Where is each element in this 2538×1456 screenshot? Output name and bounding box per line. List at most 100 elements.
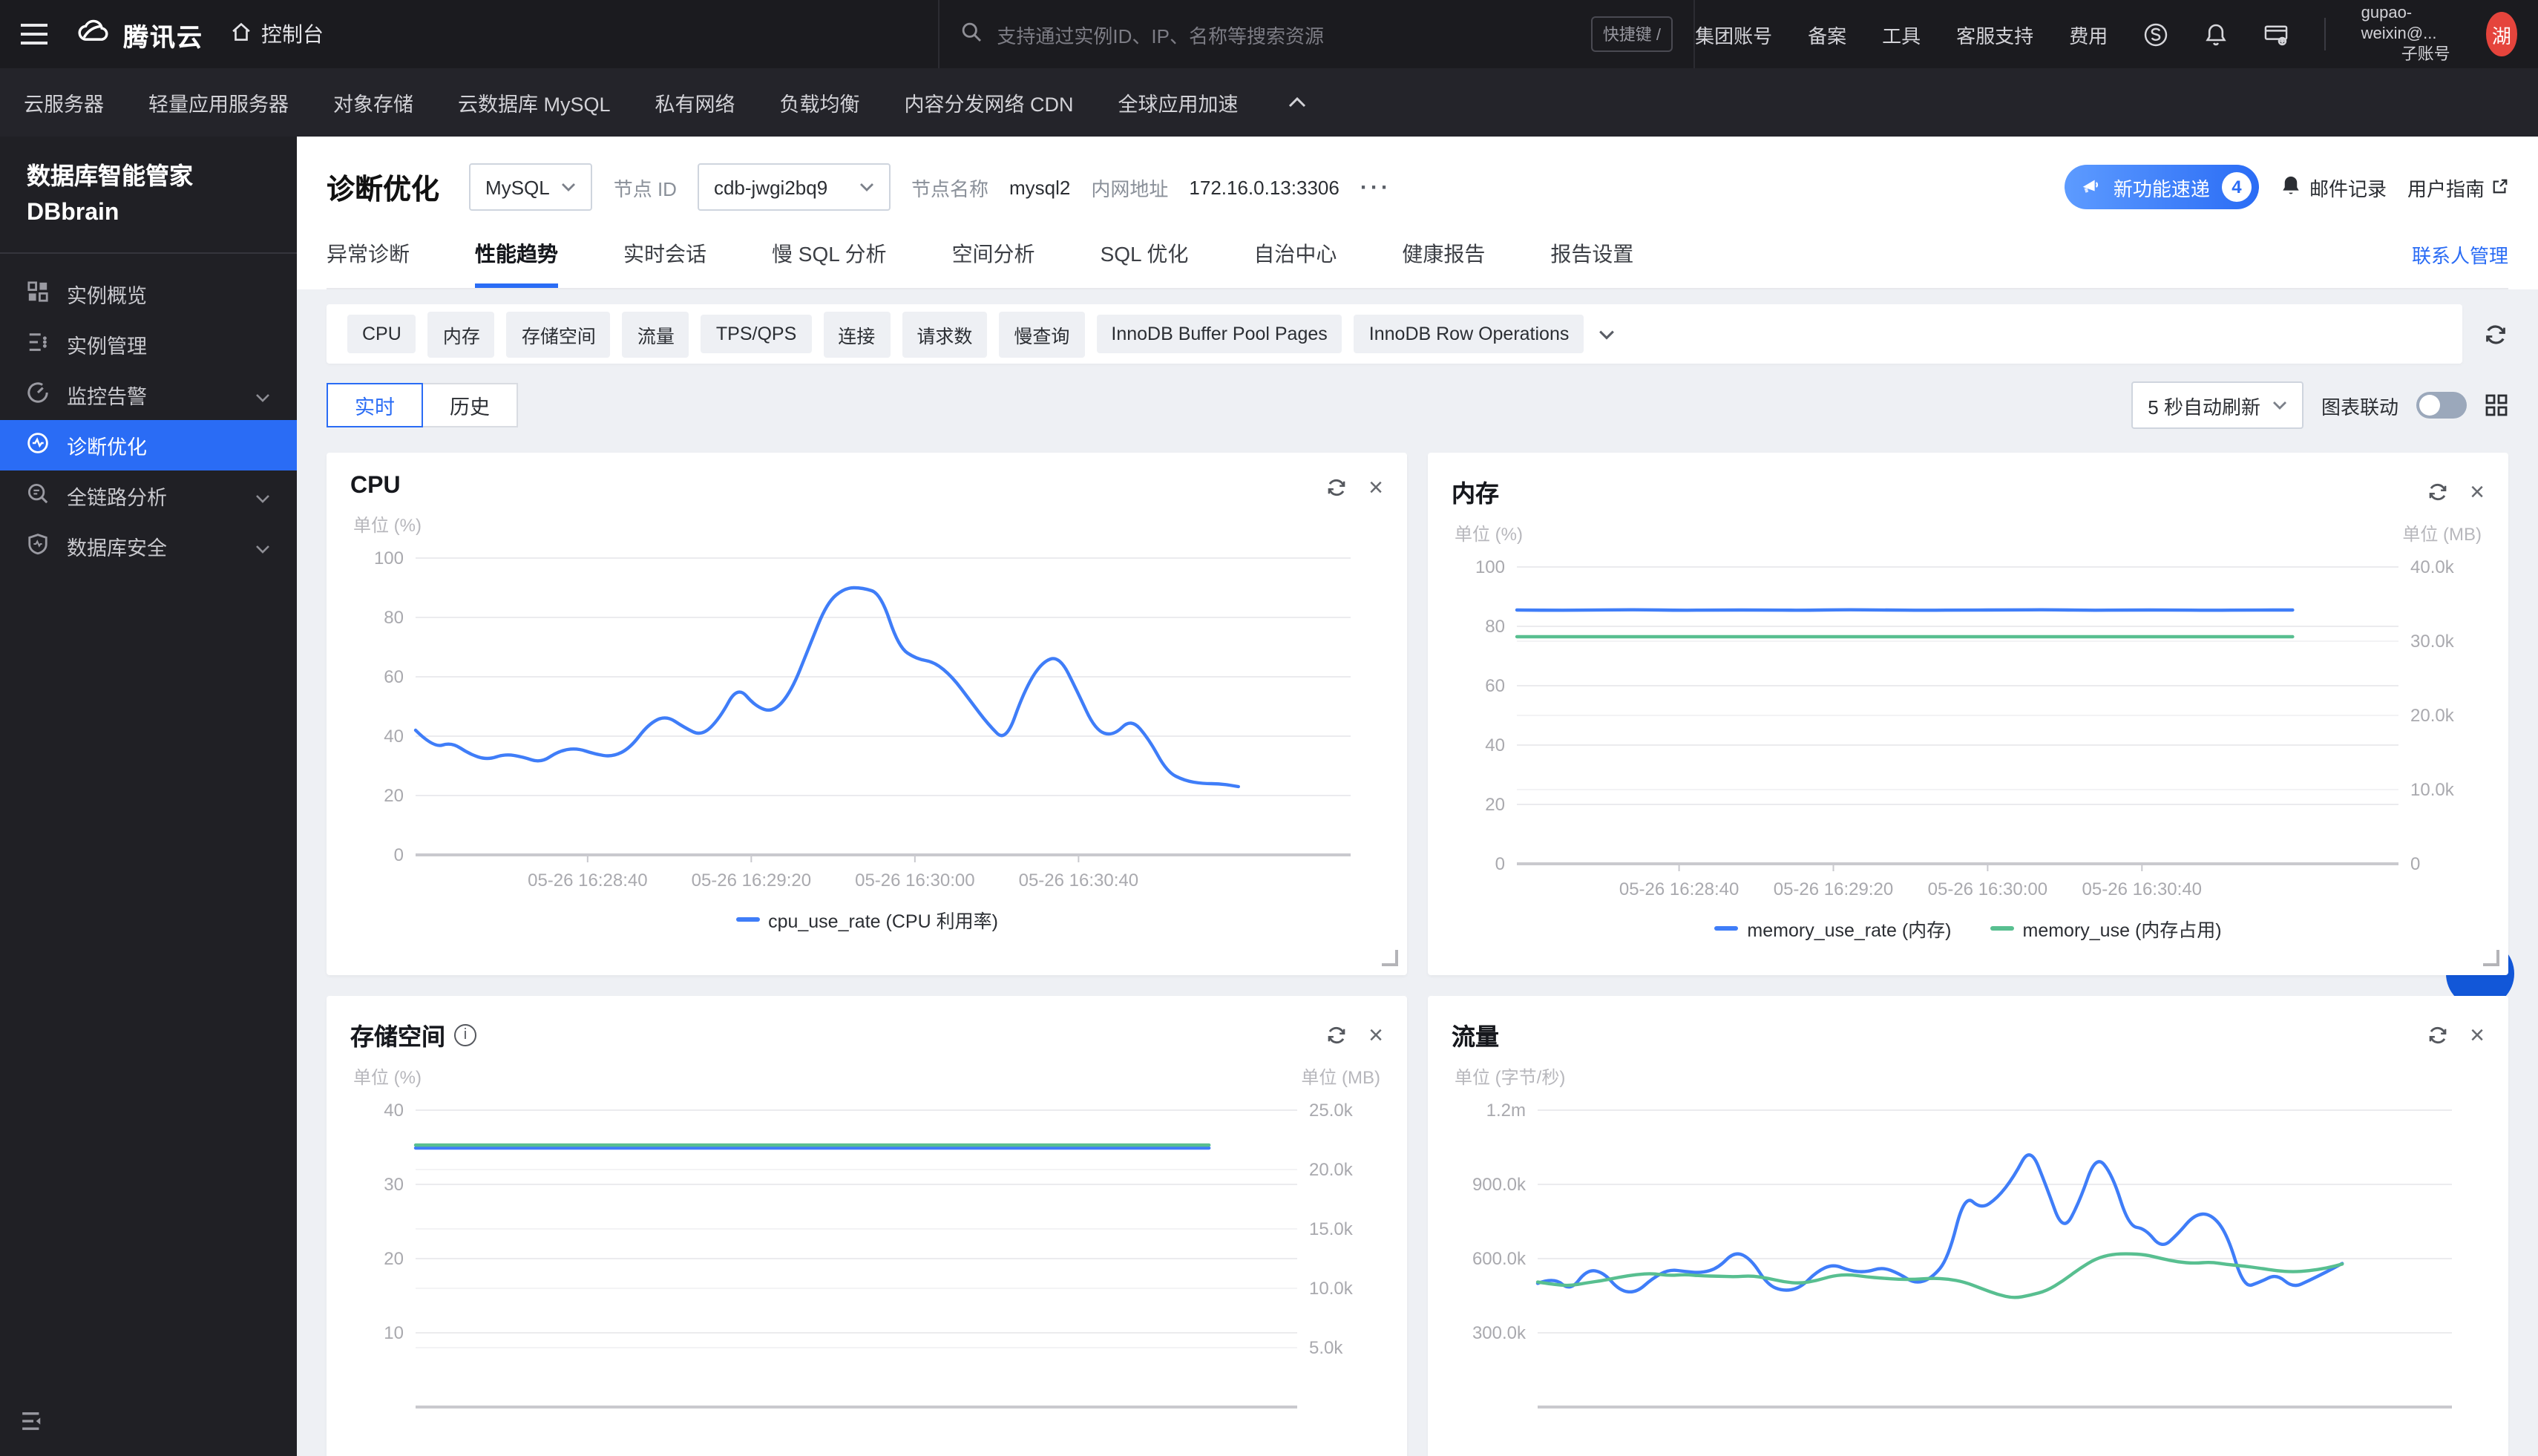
account-info[interactable]: gupao-weixin@... 子账号	[2361, 3, 2450, 65]
tabs: 异常诊断 性能趋势 实时会话慢 SQL 分析 空间分析 SQL 优化 自治中心 健康报告 报告…	[327, 220, 2508, 289]
topbar-right: 集团账号 备案 工具 客服支持 费用 gupao-weixin@... 子账号 湖	[1695, 3, 2538, 65]
tab-0[interactable]: 异常诊断	[327, 220, 410, 288]
console-settings-icon[interactable]	[2263, 23, 2289, 45]
engine-select[interactable]: MySQL	[469, 163, 593, 211]
sidebar-item-4[interactable]: 全链路分析	[0, 470, 297, 521]
legend-item[interactable]: memory_use (内存占用)	[1990, 914, 2222, 942]
services-nav-item[interactable]: 全球应用加速	[1118, 88, 1239, 117]
chart-link-toggle[interactable]	[2416, 392, 2467, 419]
tab-3[interactable]: 慢 SQL 分析	[772, 220, 887, 288]
metric-pill-6[interactable]: 请求数	[902, 311, 988, 357]
sidebar-item-label: 实例概览	[67, 285, 147, 307]
sidebar-item-label: 监控告警	[67, 386, 147, 408]
view-toggle-0[interactable]: 实时	[327, 383, 423, 427]
services-nav-item[interactable]: 负载均衡	[780, 88, 860, 117]
refresh-icon[interactable]	[2483, 321, 2508, 347]
tab-5[interactable]: SQL 优化	[1101, 220, 1189, 288]
plot-svg: 1.2m 900.0k 600.0k 300.0k	[1472, 1101, 2452, 1409]
metric-pill-4[interactable]: TPS/QPS	[701, 315, 812, 353]
legend-item[interactable]: memory_use_rate (内存)	[1714, 914, 1952, 942]
services-nav-item[interactable]: 云数据库 MySQL	[458, 88, 611, 117]
close-icon[interactable]: ×	[2470, 479, 2485, 504]
topbar-left: 腾讯云 控制台	[0, 16, 937, 53]
sidebar-item-3[interactable]: 诊断优化	[0, 420, 297, 470]
metric-pill-0[interactable]: CPU	[347, 315, 416, 353]
sidebar-item-5[interactable]: 数据库安全	[0, 521, 297, 571]
node-id-select[interactable]: cdb-jwgi2bq9	[697, 163, 891, 211]
topbar-link[interactable]: 费用	[2069, 20, 2108, 48]
new-features-button[interactable]: 新功能速递 4	[2064, 165, 2259, 209]
refresh-icon[interactable]	[2427, 1023, 2449, 1046]
chart-card-head: 存储空间 i ×	[350, 1017, 1383, 1052]
services-nav-item[interactable]: 私有网络	[655, 88, 735, 117]
close-icon[interactable]: ×	[1368, 1022, 1383, 1047]
sidebar-item-1[interactable]: 实例管理	[0, 319, 297, 370]
collapse-sidebar-icon[interactable]	[21, 1411, 46, 1438]
svg-text:40: 40	[384, 1101, 404, 1121]
chart-actions: ×	[2427, 1022, 2485, 1047]
metric-pill-1[interactable]: 内存	[427, 311, 495, 357]
legend-item[interactable]: cpu_use_rate (CPU 利用率)	[735, 905, 998, 934]
avatar[interactable]: 湖	[2485, 12, 2517, 56]
topbar-link[interactable]: 客服支持	[1956, 20, 2033, 48]
svg-text:15.0k: 15.0k	[1309, 1219, 1354, 1239]
logo-text: 腾讯云	[123, 23, 203, 51]
tab-4[interactable]: 空间分析	[952, 220, 1035, 288]
node-name-value: mysql2	[1009, 176, 1071, 198]
view-toggle-1[interactable]: 历史	[422, 383, 518, 427]
metric-pill-9[interactable]: InnoDB Row Operations	[1354, 315, 1584, 353]
svg-text:5.0k: 5.0k	[1309, 1338, 1343, 1358]
tencent-cloud-logo[interactable]: 腾讯云	[74, 16, 203, 53]
svg-text:60: 60	[384, 667, 404, 687]
chart-link-label: 图表联动	[2321, 396, 2398, 418]
chevron-up-icon[interactable]	[1289, 96, 1307, 108]
services-nav-item[interactable]: 对象存储	[333, 88, 413, 117]
topbar-link[interactable]: 集团账号	[1695, 20, 1772, 48]
svg-text:0: 0	[2410, 854, 2420, 874]
tab-8[interactable]: 报告设置	[1550, 220, 1633, 288]
services-nav-item[interactable]: 轻量应用服务器	[148, 88, 289, 117]
metric-pill-3[interactable]: 流量	[622, 311, 689, 357]
tab-6[interactable]: 自治中心	[1253, 220, 1337, 288]
close-icon[interactable]: ×	[1368, 474, 1383, 499]
tab-2[interactable]: 实时会话	[623, 220, 706, 288]
user-guide-link[interactable]: 用户指南	[2407, 173, 2508, 201]
metric-pill-5[interactable]: 连接	[823, 311, 891, 357]
metrics-expand-chevron[interactable]	[1598, 329, 1615, 339]
charts-grid: CPU × 单位 (%) 100 80 60 40 20 0 05-26 16:28:40 05-2…	[327, 453, 2508, 1456]
plot-svg: 100 80 60 40 20 0 40.0k 30.0k 20.0k 10.0k 0 05-26 1…	[1475, 557, 2455, 899]
topbar-link[interactable]: 备案	[1808, 20, 1846, 48]
chart-card-traffic: 流量 × 单位 (字节/秒) 1.2m 900.0k 600.0k 300.0k	[1428, 996, 2508, 1456]
workflow-icon[interactable]	[2143, 22, 2168, 47]
cloud-logo-icon	[74, 17, 113, 51]
sidebar-item-2[interactable]: 监控告警	[0, 370, 297, 420]
bell-icon[interactable]	[2204, 22, 2228, 47]
close-icon[interactable]: ×	[2470, 1022, 2485, 1047]
tab-7[interactable]: 健康报告	[1402, 220, 1485, 288]
metric-pill-2[interactable]: 存储空间	[506, 311, 611, 357]
contacts-manage-link[interactable]: 联系人管理	[2412, 240, 2508, 268]
global-search[interactable]: 支持通过实例ID、IP、名称等搜索资源 快捷键 /	[937, 0, 1696, 68]
refresh-icon[interactable]	[2427, 480, 2449, 502]
menu-icon[interactable]	[21, 24, 47, 45]
chevron-down-icon	[255, 485, 270, 507]
auto-refresh-select[interactable]: 5 秒自动刷新	[2131, 381, 2303, 429]
topbar: 腾讯云 控制台 支持通过实例ID、IP、名称等搜索资源 快捷键 / 集团账号 备案…	[0, 0, 2538, 68]
sidebar-item-0[interactable]: 实例概览	[0, 269, 297, 319]
refresh-icon[interactable]	[1325, 476, 1348, 498]
topbar-link[interactable]: 工具	[1882, 20, 1921, 48]
refresh-icon[interactable]	[1325, 1023, 1348, 1046]
page-header: 诊断优化 MySQL 节点 ID cdb-jwgi2bq9 节点名称 mysql…	[297, 137, 2538, 289]
resize-handle[interactable]	[2483, 950, 2499, 966]
services-nav-item[interactable]: 内容分发网络 CDN	[905, 88, 1074, 117]
tab-1[interactable]: 性能趋势	[475, 220, 558, 288]
services-nav-item[interactable]: 云服务器	[24, 88, 104, 117]
mail-record-link[interactable]: 邮件记录	[2280, 173, 2387, 201]
more-actions[interactable]: ···	[1360, 174, 1391, 200]
info-icon[interactable]: i	[454, 1023, 477, 1046]
grid-layout-icon[interactable]	[2485, 393, 2508, 417]
resize-handle[interactable]	[1382, 950, 1398, 966]
metric-pill-7[interactable]: 慢查询	[999, 311, 1085, 357]
console-link[interactable]: 控制台	[230, 19, 324, 49]
metric-pill-8[interactable]: InnoDB Buffer Pool Pages	[1096, 315, 1342, 353]
